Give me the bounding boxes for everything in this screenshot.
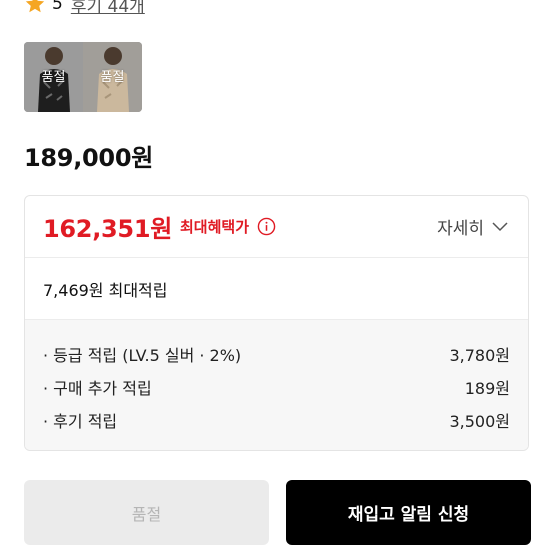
- restock-alert-button[interactable]: 재입고 알림 신청: [286, 480, 531, 545]
- soldout-overlay: 품절: [41, 70, 66, 85]
- chevron-down-icon: [492, 221, 508, 231]
- detail-label: 자세히: [437, 219, 484, 239]
- max-benefit-label: 최대혜택가: [180, 218, 250, 236]
- max-points-text: 7,469원 최대적립: [43, 280, 168, 300]
- benefit-panel: 162,351원 최대혜택가 자세히 7,469원 최대적립 · 등급 적립 (…: [24, 195, 529, 451]
- max-benefit-header: 162,351원 최대혜택가 자세히: [25, 196, 528, 258]
- points-item-label: · 후기 적립: [43, 411, 118, 431]
- review-count-link[interactable]: 후기 44개: [71, 0, 145, 17]
- info-icon[interactable]: [257, 217, 276, 236]
- points-breakdown: · 등급 적립 (LV.5 실버 · 2%) 3,780원 · 구매 추가 적립…: [25, 320, 528, 450]
- points-item-value: 189원: [464, 378, 510, 398]
- points-item-value: 3,500원: [449, 411, 510, 431]
- color-option-beige[interactable]: 품절: [83, 42, 142, 112]
- points-item: · 후기 적립 3,500원: [25, 403, 528, 436]
- points-item: · 등급 적립 (LV.5 실버 · 2%) 3,780원: [25, 337, 528, 370]
- max-points-row: 7,469원 최대적립: [25, 258, 528, 320]
- rating-row: 5 후기 44개: [24, 0, 145, 17]
- rating-score: 5: [52, 0, 63, 14]
- original-price: 189,000원: [24, 144, 153, 172]
- points-item-label: · 등급 적립 (LV.5 실버 · 2%): [43, 345, 242, 365]
- detail-toggle[interactable]: 자세히: [437, 214, 508, 239]
- star-icon: [25, 0, 45, 13]
- points-item-label: · 구매 추가 적립: [43, 378, 152, 398]
- max-benefit-price: 162,351원: [43, 215, 172, 243]
- soldout-overlay: 품절: [100, 70, 125, 85]
- soldout-button: 품절: [24, 480, 269, 545]
- color-option-black[interactable]: 품절: [24, 42, 83, 112]
- points-item-value: 3,780원: [449, 345, 510, 365]
- color-options: 품절 품절: [24, 42, 142, 112]
- points-item: · 구매 추가 적립 189원: [25, 370, 528, 403]
